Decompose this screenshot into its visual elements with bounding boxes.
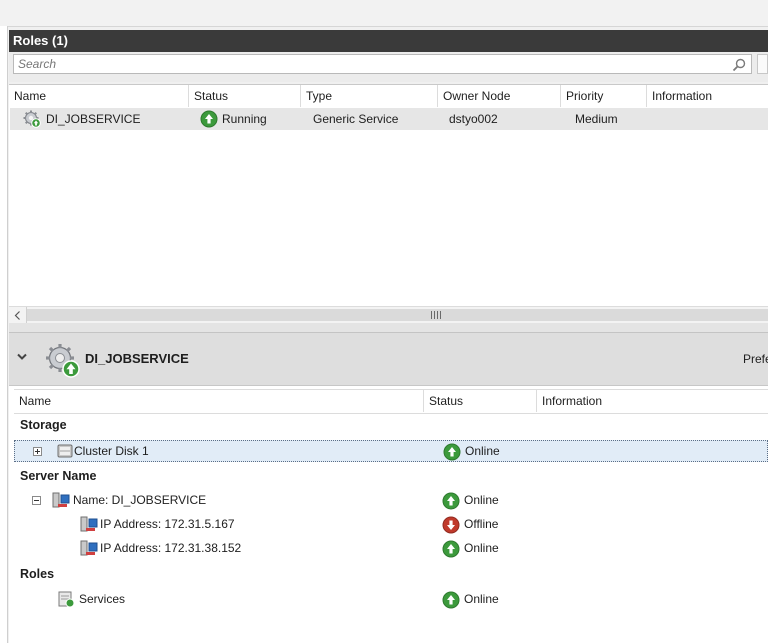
resource-row-ip-address-2[interactable]: IP Address: 172.31.38.152 Online [14,538,768,560]
group-storage: Storage [20,418,67,432]
generic-service-gear-icon [23,110,41,128]
column-header-information[interactable]: Information [647,85,768,107]
ip-address-icon [80,516,98,532]
column-header-name[interactable]: Name [14,390,424,412]
resource-name: Cluster Disk 1 [74,444,149,458]
ip-address-icon [80,540,98,556]
resource-row-cluster-disk[interactable]: Cluster Disk 1 Online [14,440,768,462]
group-roles: Roles [20,567,55,581]
resources-column-headers: Name Status Information [14,389,768,414]
role-type: Generic Service [313,112,399,126]
scroll-left-button[interactable] [9,307,27,324]
left-navigation-strip [0,26,8,643]
online-status-icon [443,443,461,461]
online-status-icon [442,591,460,609]
column-header-name[interactable]: Name [9,85,189,107]
column-header-status[interactable]: Status [424,390,537,412]
resource-name: IP Address: 172.31.5.167 [100,517,235,531]
search-input[interactable] [18,56,718,72]
column-header-priority[interactable]: Priority [561,85,647,107]
role-owner-node: dstyo002 [449,112,498,126]
role-priority: Medium [575,112,618,126]
role-name: DI_JOBSERVICE [46,112,141,126]
preferred-owners-link[interactable]: Prefe [743,352,768,366]
resource-status: Online [464,592,499,606]
roles-grid: Name Status Type Owner Node Priority Inf… [9,84,768,307]
resource-status: Online [465,444,500,458]
online-status-icon [442,540,460,558]
online-status-icon [442,492,460,510]
expand-icon[interactable] [33,447,42,456]
resource-row-services[interactable]: Services Online [14,589,768,611]
role-status: Running [222,112,267,126]
column-header-status[interactable]: Status [189,85,301,107]
scrollbar-thumb[interactable] [27,309,768,321]
column-header-owner-node[interactable]: Owner Node [438,85,561,107]
scrollbar-grip [431,311,441,319]
search-icon[interactable] [731,57,747,73]
resource-status: Offline [464,517,499,531]
resource-status: Online [464,541,499,555]
table-row[interactable]: DI_JOBSERVICE Running Generic Service ds… [10,108,768,130]
column-header-information[interactable]: Information [537,390,768,412]
column-header-type[interactable]: Type [301,85,438,107]
search-options-button[interactable] [757,54,768,74]
resource-row-ip-address-1[interactable]: IP Address: 172.31.5.167 Offline [14,514,768,536]
collapse-icon[interactable] [32,496,41,505]
network-name-icon [52,492,70,508]
services-icon [58,591,75,608]
resource-name: Name: DI_JOBSERVICE [73,493,207,507]
role-gear-icon [46,344,80,378]
details-header: DI_JOBSERVICE Prefe [9,333,768,386]
running-status-icon [200,110,218,128]
chevron-left-icon [14,311,20,320]
resource-status: Online [464,493,499,507]
chevron-down-icon[interactable] [16,351,28,363]
resource-name: Services [79,592,126,606]
roles-panel-title: Roles (1) [9,30,768,52]
panel-splitter[interactable] [9,323,768,333]
resources-grid: Name Status Information Storage Cluster … [9,386,768,643]
disk-icon [57,444,73,458]
resource-row-name[interactable]: Name: DI_JOBSERVICE Online [14,490,768,512]
resource-name: IP Address: 172.31.38.152 [100,541,242,555]
offline-status-icon [442,516,460,534]
details-title: DI_JOBSERVICE [85,351,189,366]
search-box[interactable] [13,54,752,74]
window-top-band [0,0,768,27]
group-server-name: Server Name [20,469,97,483]
